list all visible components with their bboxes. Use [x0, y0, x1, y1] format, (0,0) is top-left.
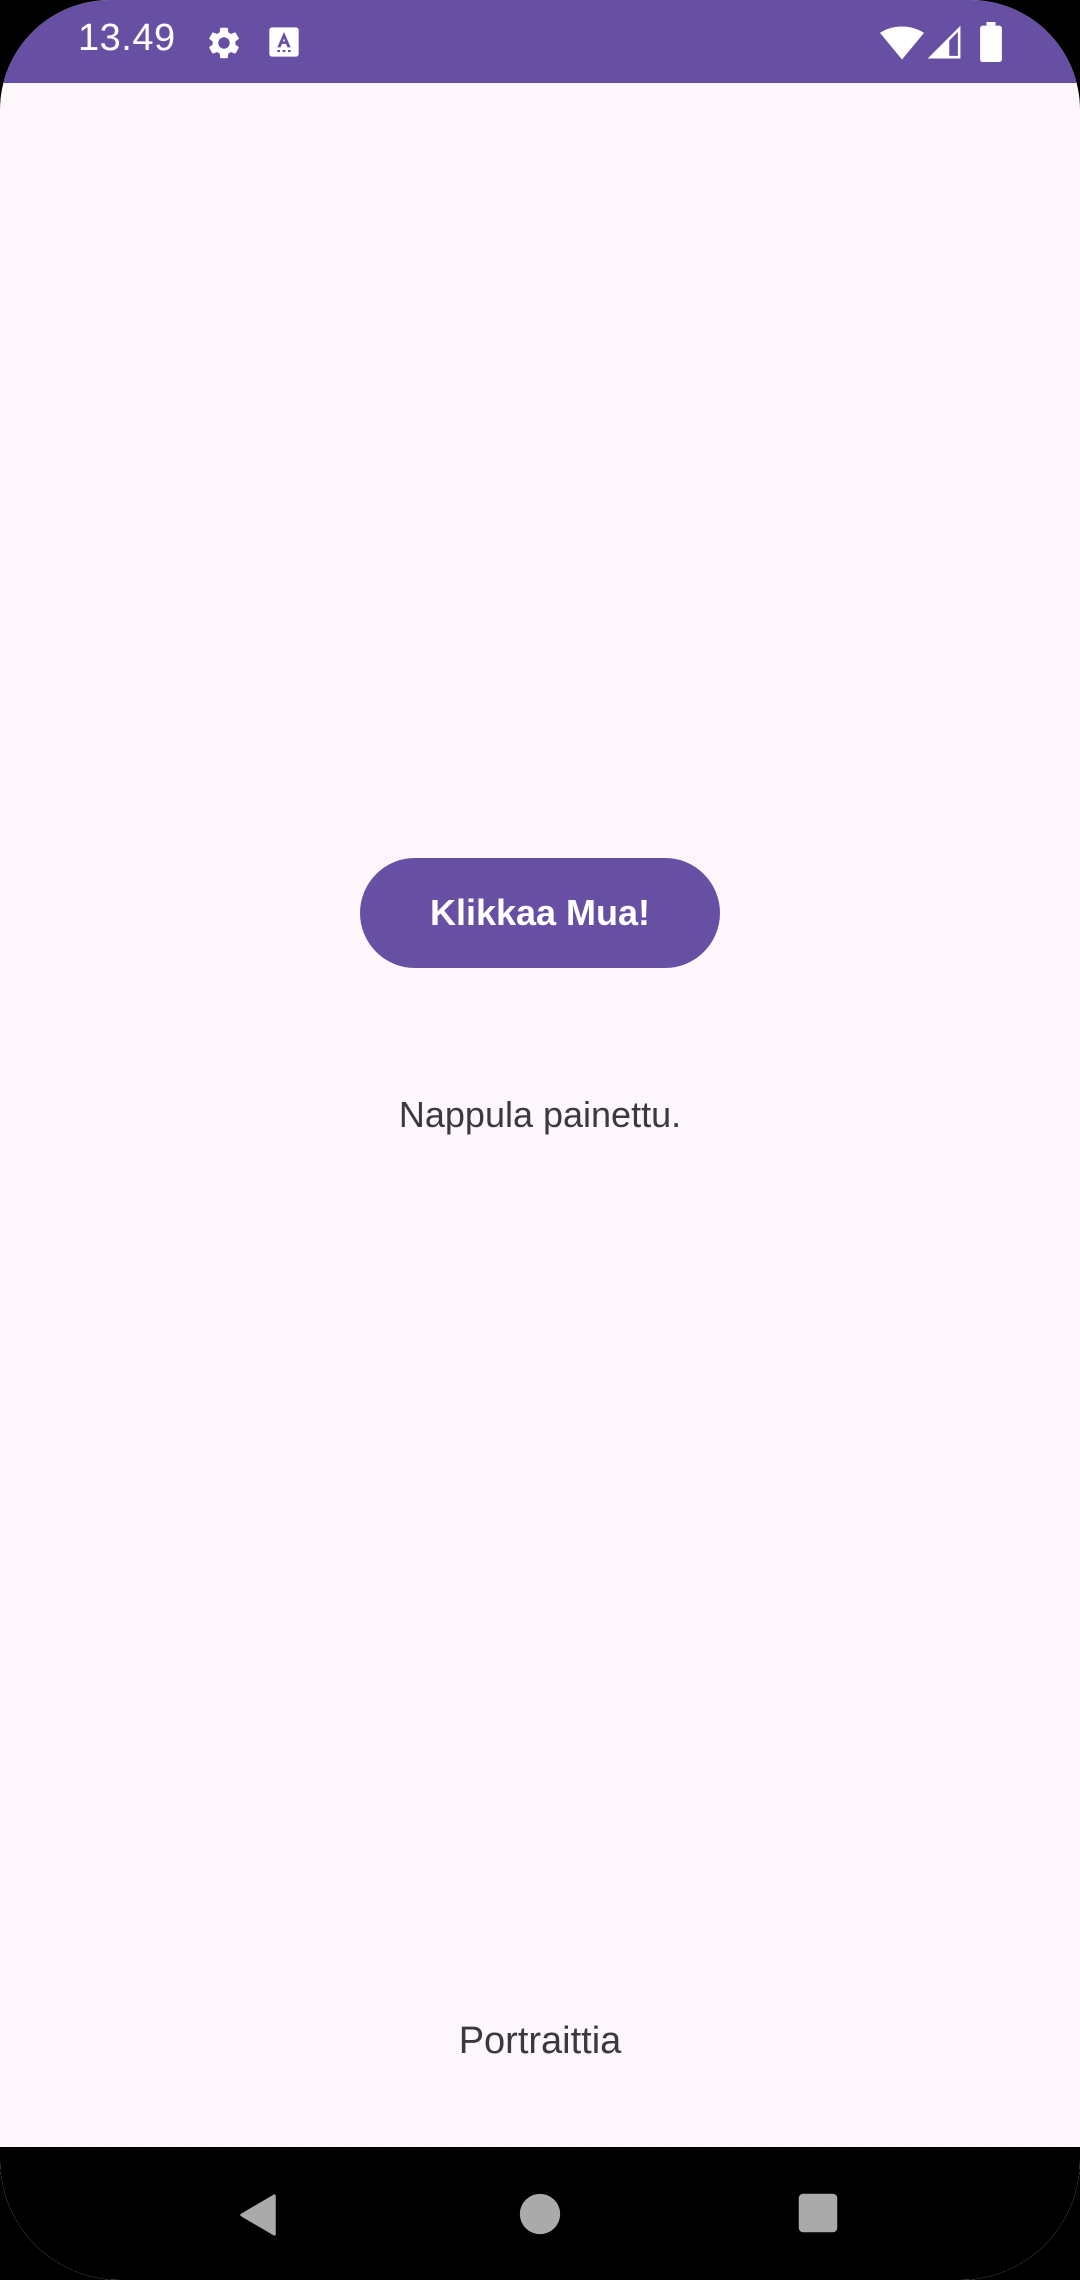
wifi-icon	[880, 26, 924, 60]
back-icon[interactable]	[236, 2192, 282, 2238]
signal-icon	[928, 26, 961, 59]
status-bar: 13.49	[0, 0, 1080, 83]
home-icon[interactable]	[518, 2192, 562, 2236]
click-me-button[interactable]: Klikkaa Mua!	[360, 858, 720, 968]
battery-icon	[980, 22, 1002, 62]
status-message: Nappula painettu.	[398, 1094, 682, 1135]
app-screen: 13.49 Klikkaa Mua! Nappula painettu. Por…	[0, 0, 1080, 2280]
gear-icon	[209, 27, 239, 59]
recents-icon[interactable]	[797, 2192, 839, 2234]
status-time: 13.49	[78, 17, 176, 59]
keyboard-icon	[269, 27, 299, 57]
navigation-bar	[0, 2147, 1080, 2280]
orientation-label: Portraittia	[458, 2020, 622, 2062]
